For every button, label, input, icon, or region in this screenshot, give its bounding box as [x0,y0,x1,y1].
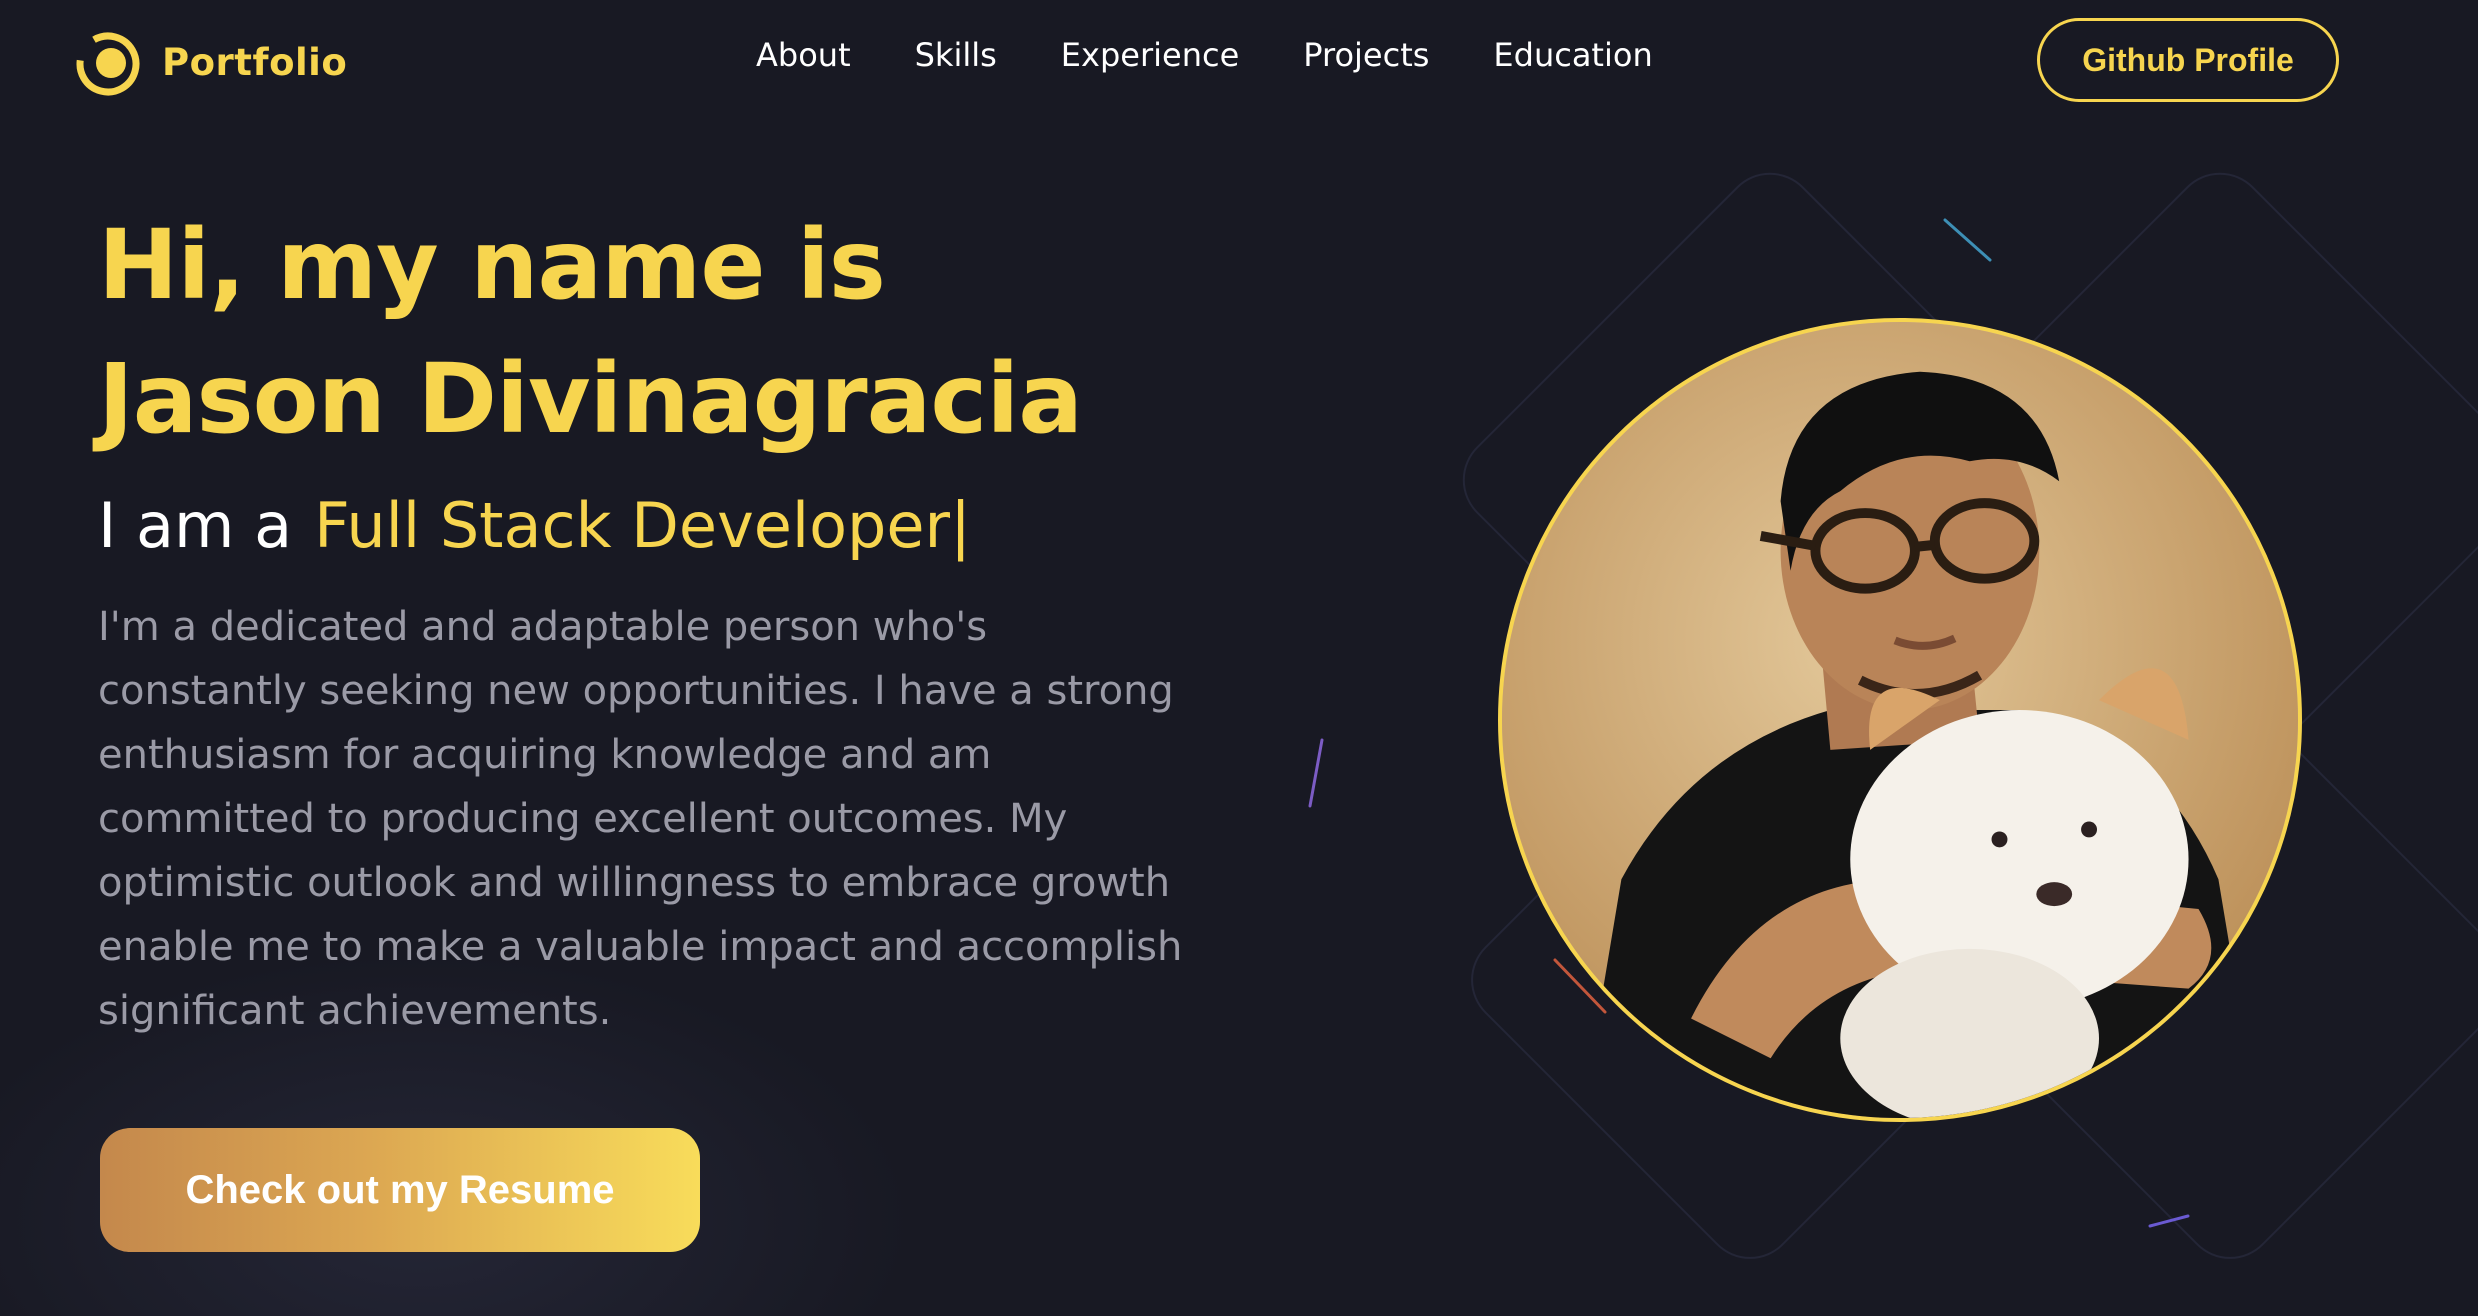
nav-link-projects[interactable]: Projects [1303,36,1429,74]
typing-caret: | [950,489,971,562]
hero-name: Jason Divinagracia [98,343,1083,455]
brand-logo[interactable]: Portfolio [72,26,347,98]
top-navbar: Portfolio About Skills Experience Projec… [0,0,2478,120]
role-text: Full Stack Developer [314,489,951,562]
portfolio-logo-icon [76,32,140,96]
hero-heading: Hi, my name is Jason Divinagracia [98,198,1083,466]
resume-button[interactable]: Check out my Resume [100,1128,700,1252]
hero-greeting: Hi, my name is [98,209,886,321]
role-prefix: I am a [98,489,293,562]
nav-link-experience[interactable]: Experience [1061,36,1239,74]
github-profile-button[interactable]: Github Profile [2037,18,2339,102]
nav-link-education[interactable]: Education [1493,36,1652,74]
profile-photo [1498,318,2302,1122]
hero-bio: I'm a dedicated and adaptable person who… [98,604,1183,1034]
role-typewriter: I am a Full Stack Developer| [98,486,971,566]
profile-photo-illustration [1502,322,2298,1118]
nav-link-skills[interactable]: Skills [915,36,997,74]
nav-link-about[interactable]: About [756,36,851,74]
portfolio-page: Portfolio About Skills Experience Projec… [0,0,2478,1316]
logo-text: Portfolio [162,40,348,84]
nav-links: About Skills Experience Projects Educati… [756,36,1717,74]
